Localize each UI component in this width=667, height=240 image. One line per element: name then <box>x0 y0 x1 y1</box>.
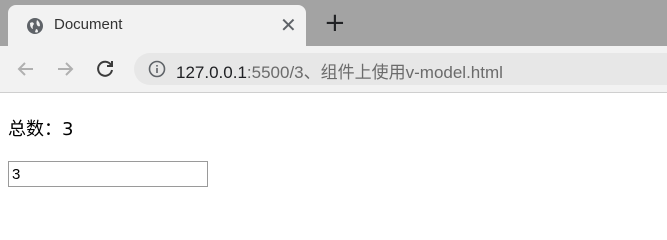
browser-toolbar: 127.0.0.1:5500/3、组件上使用v-model.html <box>0 46 667 93</box>
reload-icon[interactable] <box>92 56 118 82</box>
tab-title: Document <box>54 16 123 33</box>
tab-document[interactable]: Document ✕ <box>8 5 306 46</box>
url-host: 127.0.0.1 <box>176 63 247 82</box>
arrow-right-icon[interactable] <box>52 56 78 82</box>
url-text: 127.0.0.1:5500/3、组件上使用v-model.html <box>176 58 503 83</box>
close-icon[interactable]: ✕ <box>280 15 297 35</box>
info-icon[interactable] <box>148 60 166 78</box>
page-content: 总数：3 <box>0 93 667 216</box>
tab-strip: Document ✕ + <box>0 0 667 46</box>
count-input[interactable] <box>8 161 208 187</box>
arrow-left-icon[interactable] <box>13 56 39 82</box>
total-count-label: 总数：3 <box>8 119 74 140</box>
url-path: :5500/3、组件上使用v-model.html <box>246 63 503 82</box>
globe-icon <box>26 17 44 35</box>
new-tab-button[interactable]: + <box>324 8 346 38</box>
address-bar[interactable]: 127.0.0.1:5500/3、组件上使用v-model.html <box>134 53 667 85</box>
